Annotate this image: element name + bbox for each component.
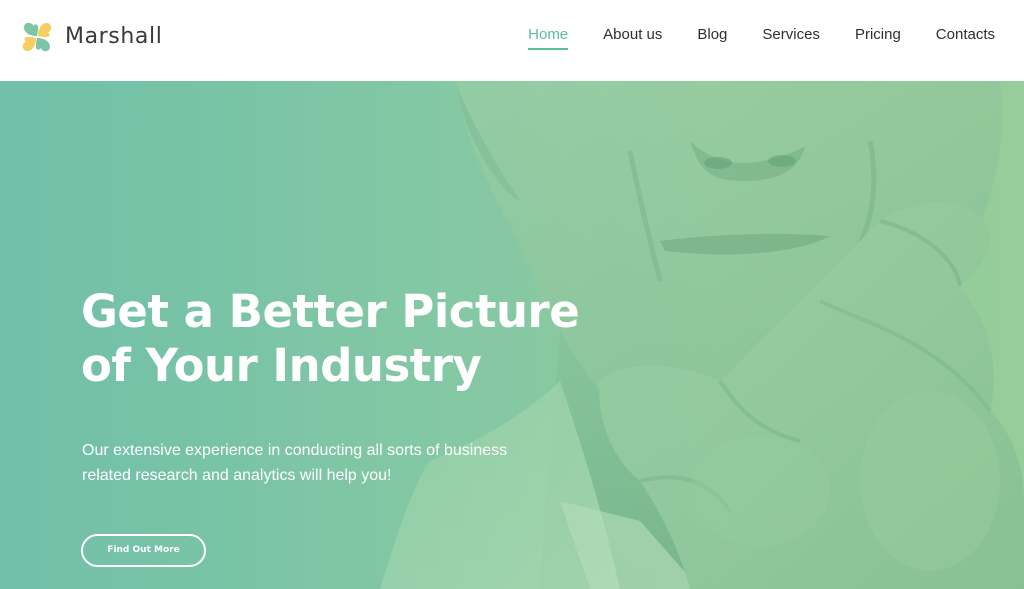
site-header: Marshall Home About us Blog Services Pri…: [0, 0, 1024, 81]
main-nav: Home About us Blog Services Pricing Cont…: [528, 24, 995, 50]
hero-description: Our extensive experience in conducting a…: [82, 438, 532, 488]
nav-item-contacts[interactable]: Contacts: [936, 24, 995, 48]
nav-item-services[interactable]: Services: [762, 24, 820, 48]
hero-title: Get a Better Picture of Your Industry: [81, 285, 641, 393]
nav-item-about-us[interactable]: About us: [603, 24, 662, 48]
hero-title-line-2: of Your Industry: [81, 339, 482, 392]
hero-description-line-2: related research and analytics will help…: [82, 467, 392, 484]
find-out-more-button[interactable]: Find Out More: [81, 534, 206, 567]
hero-title-line-1: Get a Better Picture: [81, 285, 580, 338]
nav-item-blog[interactable]: Blog: [697, 24, 727, 48]
clover-logo-icon: [22, 22, 52, 52]
hero-description-line-1: Our extensive experience in conducting a…: [82, 442, 508, 459]
brand-name: Marshall: [65, 24, 163, 49]
nav-item-home[interactable]: Home: [528, 24, 569, 50]
brand-logo[interactable]: Marshall: [19, 19, 162, 55]
nav-item-pricing[interactable]: Pricing: [855, 24, 901, 48]
page: Marshall Home About us Blog Services Pri…: [0, 0, 1024, 589]
hero-section: Get a Better Picture of Your Industry Ou…: [0, 81, 1024, 589]
